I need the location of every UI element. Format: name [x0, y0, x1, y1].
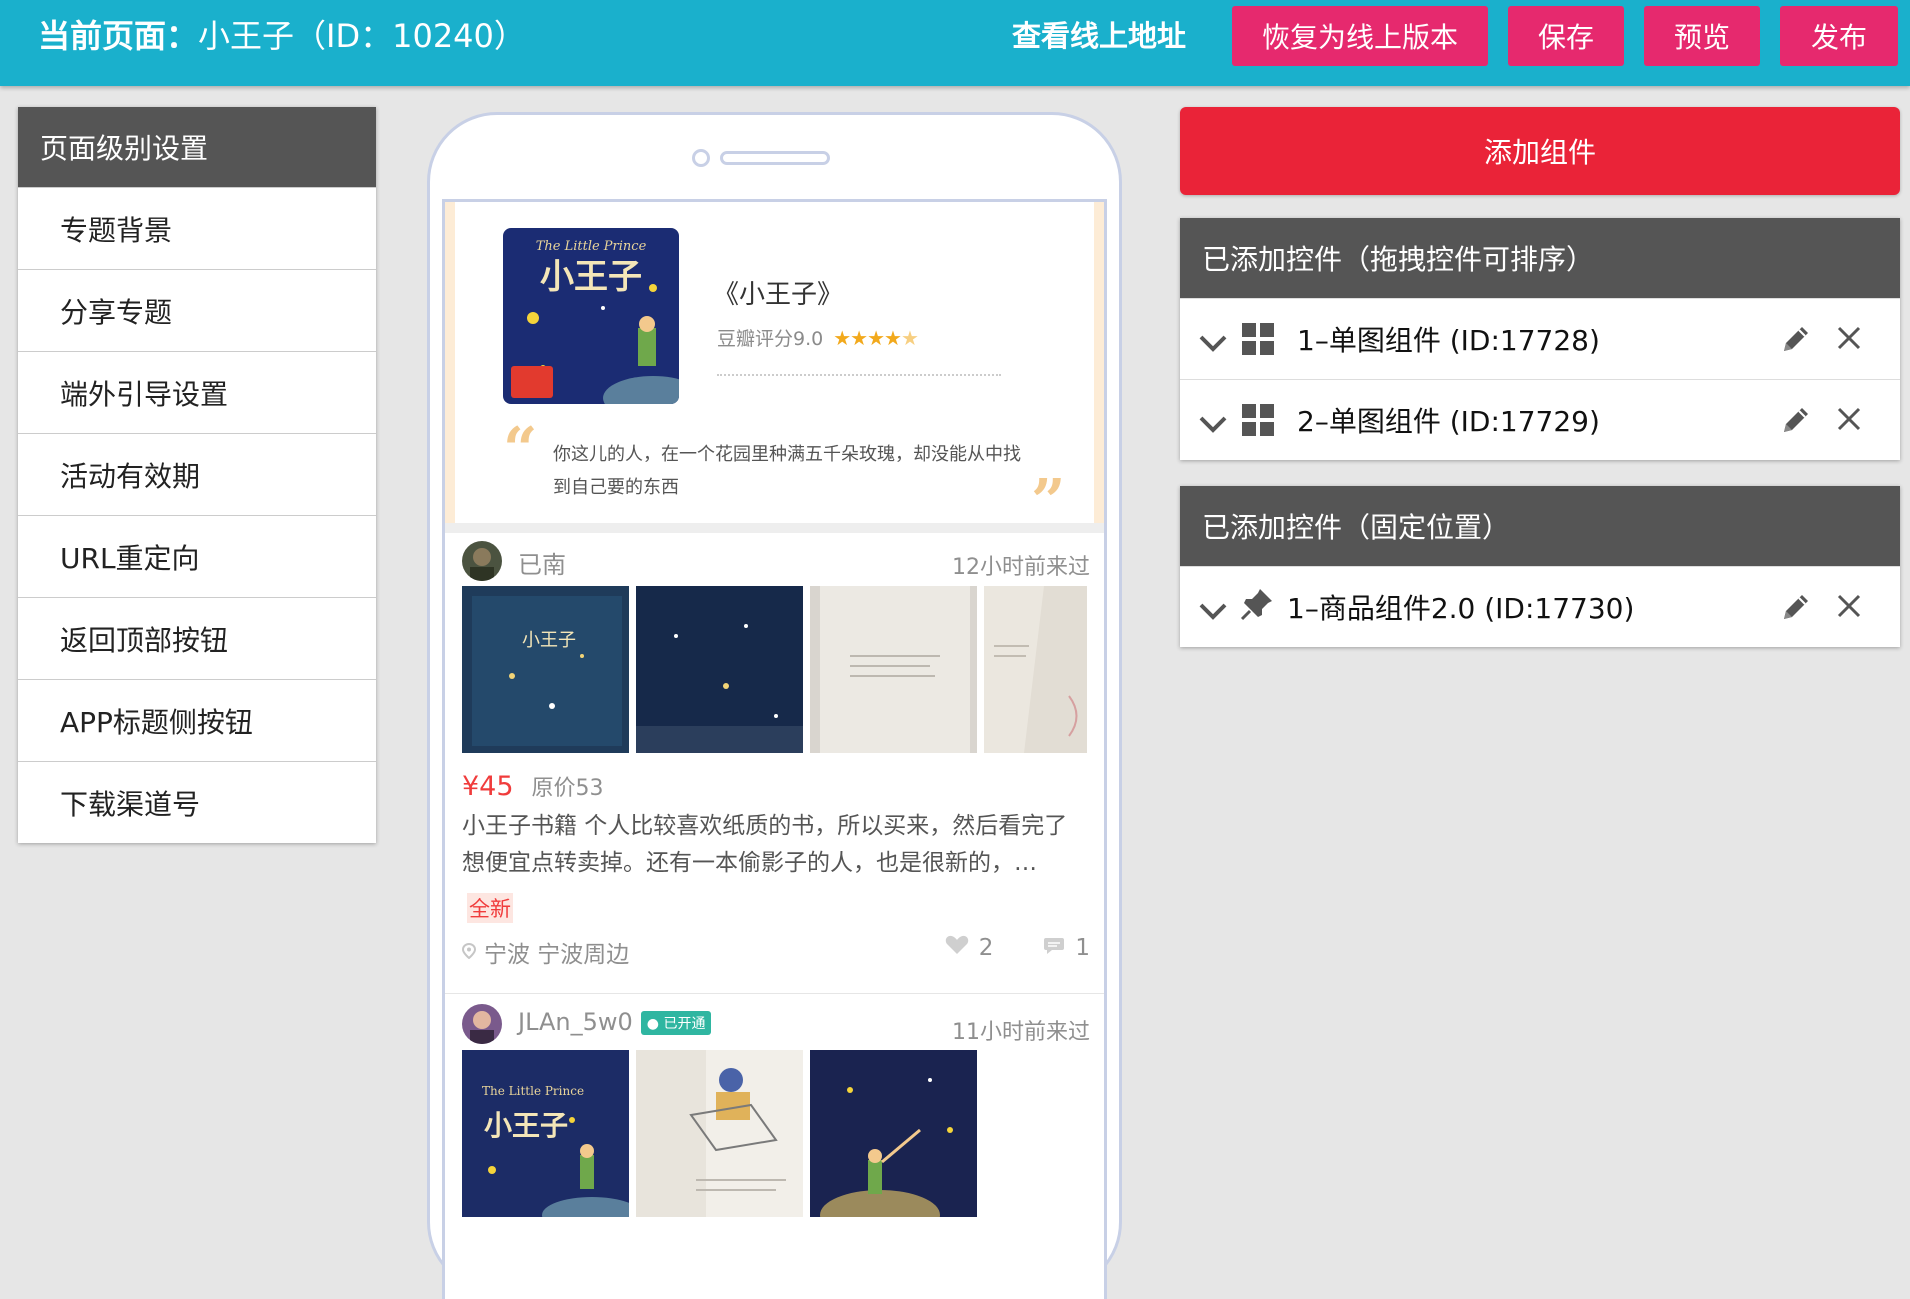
sidebar-item-app-title-button[interactable]: APP标题侧按钮: [18, 679, 376, 761]
rating-stars-icon: ★★★★★: [833, 325, 919, 350]
douban-score: 豆瓣评分9.0: [717, 328, 824, 350]
post-photo[interactable]: [984, 586, 1087, 753]
preview-button[interactable]: 预览: [1644, 6, 1760, 66]
book-quote: 你这儿的人，在一个花园里种满五千朵玫瑰，却没能从中找到自己要的东西: [553, 444, 1021, 498]
chevron-down-icon[interactable]: [1198, 595, 1228, 628]
price: ¥45: [462, 771, 514, 802]
avatar[interactable]: [462, 1004, 502, 1044]
phone-camera: [692, 149, 710, 167]
like-count: 2: [978, 935, 994, 961]
drop-icon: ●: [646, 1016, 660, 1032]
page-title: 当前页面：小王子（ID：10240）: [38, 16, 526, 56]
post-description: 小王子书籍 个人比较喜欢纸质的书，所以买来，然后看完了想便宜点转卖掉。还有一本偷…: [462, 813, 1068, 876]
fixed-components-title: 已添加控件（固定位置）: [1180, 486, 1900, 566]
post-cover-title-en: The Little Prince: [482, 1084, 584, 1098]
cover-title-cn: 小王子: [540, 257, 642, 297]
sortable-components-panel: 已添加控件（拖拽控件可排序） 1–单图组件 (ID:17728) 2–单图组件 …: [1180, 218, 1900, 460]
grid-icon: [1242, 323, 1274, 362]
sidebar-item-download-channel[interactable]: 下载渠道号: [18, 761, 376, 843]
publish-button[interactable]: 发布: [1780, 6, 1898, 66]
view-online-link[interactable]: 查看线上地址: [1012, 18, 1186, 54]
chevron-down-icon[interactable]: [1198, 408, 1228, 441]
book-cover-image: The Little Prince 小王子: [503, 228, 679, 404]
listing-post[interactable]: JLAn_5w0 ● 已开通 11小时前来过 The Little Prince 小…: [445, 994, 1104, 1299]
post-photo[interactable]: [636, 1050, 803, 1217]
close-icon[interactable]: [1836, 406, 1862, 439]
sidebar-item-topic-background[interactable]: 专题背景: [18, 187, 376, 269]
post-photo[interactable]: 小王子: [462, 586, 629, 753]
close-icon[interactable]: [1836, 593, 1862, 626]
heart-icon[interactable]: [945, 935, 969, 961]
condition-tag: 全新: [467, 893, 513, 923]
phone-screen[interactable]: The Little Prince 小王子 《小王子》 豆瓣评分9.0 ★★★★…: [442, 199, 1107, 1299]
add-component-button[interactable]: 添加组件: [1180, 107, 1900, 195]
page-title-value: 小王子（ID：10240）: [198, 17, 526, 55]
post-time: 12小时前来过: [952, 555, 1090, 580]
sortable-components-title: 已添加控件（拖拽控件可排序）: [1180, 218, 1900, 298]
top-bar: 当前页面：小王子（ID：10240） 查看线上地址 恢复为线上版本 保存 预览 …: [0, 0, 1910, 86]
post-cover-title-cn: 小王子: [484, 1109, 568, 1142]
chevron-down-icon[interactable]: [1198, 327, 1228, 360]
pencil-icon[interactable]: [1780, 591, 1812, 630]
sidebar-item-back-to-top[interactable]: 返回顶部按钮: [18, 597, 376, 679]
post-username-text[interactable]: JLAn_5w0: [518, 1008, 633, 1036]
listing-post[interactable]: 已南 12小时前来过 小王子 ¥45 原价53 小王子书籍 个人比较喜欢纸质的书，…: [445, 533, 1104, 993]
restore-online-button[interactable]: 恢复为线上版本: [1232, 6, 1488, 66]
post-time: 11小时前来过: [952, 1020, 1090, 1045]
cover-title-en: The Little Prince: [536, 239, 647, 254]
verified-badge-text: 已开通: [663, 1016, 706, 1032]
page-title-label: 当前页面：: [38, 17, 199, 55]
location-text: 宁波 宁波周边: [484, 942, 630, 968]
pencil-icon[interactable]: [1780, 404, 1812, 443]
pencil-icon[interactable]: [1780, 323, 1812, 362]
post-username[interactable]: JLAn_5w0 ● 已开通: [518, 1008, 712, 1036]
pin-icon: [1240, 587, 1274, 628]
comment-count: 1: [1075, 935, 1090, 961]
svg-text:小王子: 小王子: [522, 630, 576, 651]
book-card[interactable]: The Little Prince 小王子 《小王子》 豆瓣评分9.0 ★★★★…: [445, 202, 1104, 532]
original-price: 原价53: [531, 776, 604, 801]
sidebar-item-url-redirect[interactable]: URL重定向: [18, 515, 376, 597]
phone-speaker: [720, 151, 830, 165]
price-row: ¥45 原价53: [462, 770, 604, 802]
component-row[interactable]: 2–单图组件 (ID:17729): [1180, 379, 1900, 460]
sidebar-item-activity-period[interactable]: 活动有效期: [18, 433, 376, 515]
open-quote-icon: “: [503, 415, 538, 485]
component-label: 2–单图组件 (ID:17729): [1297, 405, 1600, 438]
post-photo[interactable]: [810, 586, 977, 753]
phone-preview: The Little Prince 小王子 《小王子》 豆瓣评分9.0 ★★★★…: [427, 112, 1122, 1299]
component-row[interactable]: 1–单图组件 (ID:17728): [1180, 298, 1900, 379]
page-settings-panel: 页面级别设置 专题背景 分享专题 端外引导设置 活动有效期 URL重定向 返回顶…: [18, 107, 376, 843]
close-icon[interactable]: [1836, 325, 1862, 358]
dotted-divider: [717, 374, 1001, 376]
post-username[interactable]: 已南: [518, 545, 566, 580]
post-photo[interactable]: The Little Prince 小王子: [462, 1050, 629, 1217]
douban-rating: 豆瓣评分9.0 ★★★★★: [717, 324, 919, 351]
fixed-components-panel: 已添加控件（固定位置） 1–商品组件2.0 (ID:17730): [1180, 486, 1900, 647]
page-settings-title: 页面级别设置: [18, 107, 376, 187]
component-label: 1–商品组件2.0 (ID:17730): [1287, 592, 1635, 625]
avatar[interactable]: [462, 541, 502, 581]
grid-icon: [1242, 404, 1274, 443]
component-row[interactable]: 1–商品组件2.0 (ID:17730): [1180, 566, 1900, 647]
component-label: 1–单图组件 (ID:17728): [1297, 324, 1600, 357]
section-divider: [445, 523, 1104, 533]
post-photo[interactable]: [810, 1050, 977, 1217]
post-stats: 2 1: [945, 935, 1090, 961]
post-photo[interactable]: [636, 586, 803, 753]
save-button[interactable]: 保存: [1508, 6, 1624, 66]
comment-icon[interactable]: [1043, 935, 1065, 961]
location-pin-icon: [461, 939, 477, 965]
sidebar-item-external-guide[interactable]: 端外引导设置: [18, 351, 376, 433]
verified-badge: ● 已开通: [640, 1011, 712, 1035]
post-location: 宁波 宁波周边: [461, 935, 630, 969]
sidebar-item-share-topic[interactable]: 分享专题: [18, 269, 376, 351]
book-title: 《小王子》: [713, 280, 844, 310]
